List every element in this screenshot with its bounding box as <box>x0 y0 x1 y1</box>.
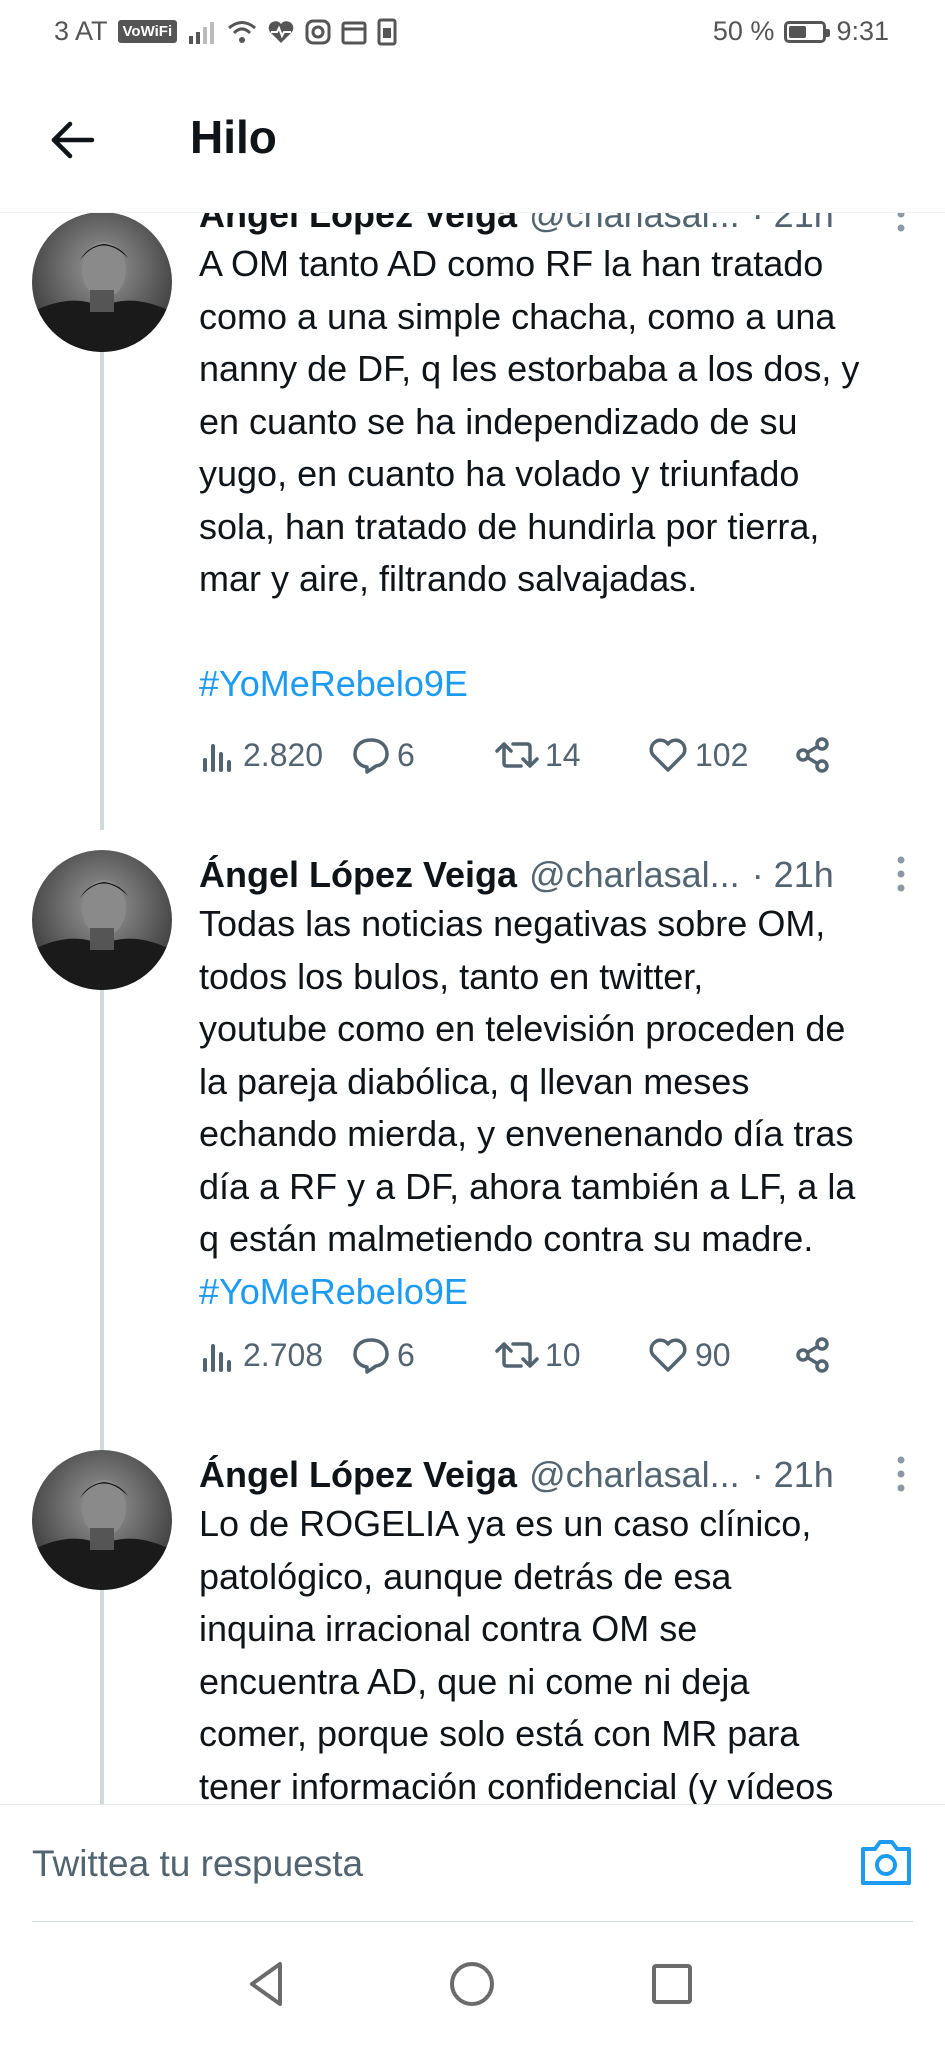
like-count: 102 <box>695 736 749 773</box>
author-name[interactable]: Ángel López Veiga <box>199 854 517 896</box>
share-button[interactable] <box>793 730 833 780</box>
views-button[interactable]: 2.708 <box>199 1330 323 1380</box>
reply-count: 6 <box>397 1336 415 1373</box>
reply-icon <box>353 738 389 774</box>
nav-recents-icon[interactable] <box>642 1954 702 2014</box>
retweet-count: 10 <box>545 1336 581 1373</box>
views-button[interactable]: 2.820 <box>199 730 323 780</box>
reply-button[interactable]: 6 <box>351 730 415 780</box>
nav-back-icon[interactable] <box>240 1954 300 2014</box>
vowifi-badge: VoWiFi <box>117 20 178 43</box>
system-nav-bar <box>0 1922 945 2048</box>
tweet-body: Lo de ROGELIA ya es un caso clínico, pat… <box>199 1503 834 1804</box>
nav-home-icon[interactable] <box>442 1954 502 2014</box>
tweet-text: Lo de ROGELIA ya es un caso clínico, pat… <box>199 1498 919 1804</box>
camera-icon[interactable] <box>857 1835 915 1891</box>
tweet-actions: 2.708 6 10 90 <box>199 1330 899 1380</box>
tweet-text: Todas las noticias negativas sobre OM, t… <box>199 898 919 1318</box>
hashtag-link[interactable]: #YoMeRebelo9E <box>199 1271 468 1312</box>
tweet-time: · 21h <box>751 212 834 235</box>
signal-icon <box>189 21 215 44</box>
sim-icon <box>377 18 397 45</box>
hashtag-link[interactable]: #YoMeRebelo9E <box>199 663 468 704</box>
more-icon[interactable] <box>893 1454 909 1494</box>
status-right: 50 % 9:31 <box>713 16 889 47</box>
status-bar: 3 AT VoWiFi 50 % 9:31 <box>0 0 945 66</box>
tweet-body: Todas las noticias negativas sobre OM, t… <box>199 903 856 1259</box>
heart-rate-icon <box>268 20 294 43</box>
author-handle[interactable]: @charlasal... <box>529 1454 740 1496</box>
like-icon <box>649 1338 687 1372</box>
instagram-icon <box>305 19 331 44</box>
calendar-icon <box>341 21 367 44</box>
retweet-icon <box>495 1342 539 1368</box>
avatar[interactable] <box>32 1450 172 1590</box>
like-icon <box>649 738 687 772</box>
top-app-bar: Hilo <box>0 66 945 213</box>
reply-count: 6 <box>397 736 415 773</box>
tweet-header: Ángel López Veiga @charlasal... · 21h <box>199 850 917 900</box>
author-handle[interactable]: @charlasal... <box>529 212 740 236</box>
clock: 9:31 <box>836 16 889 46</box>
like-count: 90 <box>695 1336 731 1373</box>
tweet[interactable]: Ángel López Veiga @charlasal... · 21h A … <box>0 212 945 830</box>
thread-list[interactable]: Ángel López Veiga @charlasal... · 21h A … <box>0 212 945 1804</box>
tweet-time: · 21h <box>751 854 834 895</box>
share-button[interactable] <box>793 1330 833 1380</box>
reply-composer: Twittea tu respuesta <box>0 1804 945 1923</box>
more-icon[interactable] <box>893 854 909 894</box>
share-icon <box>796 1337 829 1373</box>
views-count: 2.820 <box>243 736 324 773</box>
carrier-label: 3 AT <box>54 16 108 46</box>
tweet[interactable]: Ángel López Veiga @charlasal... · 21h To… <box>0 850 945 1450</box>
status-left: 3 AT VoWiFi <box>54 16 397 47</box>
views-icon <box>203 1344 231 1372</box>
battery-percent: 50 % <box>712 16 775 46</box>
views-count: 2.708 <box>243 1336 324 1373</box>
retweet-icon <box>495 742 539 768</box>
author-name[interactable]: Ángel López Veiga <box>199 1454 517 1496</box>
views-icon <box>203 744 231 772</box>
page-title: Hilo <box>190 111 277 163</box>
retweet-button[interactable]: 10 <box>495 1330 581 1380</box>
avatar[interactable] <box>32 850 172 990</box>
reply-input[interactable]: Twittea tu respuesta <box>32 1843 363 1885</box>
tweet-header: Ángel López Veiga @charlasal... · 21h <box>199 1450 917 1500</box>
tweet[interactable]: Ángel López Veiga @charlasal... · 21h Lo… <box>0 1450 945 1804</box>
reply-button[interactable]: 6 <box>351 1330 415 1380</box>
tweet-time: · 21h <box>751 1454 834 1495</box>
tweet-actions: 2.820 6 14 102 <box>199 730 899 780</box>
thread-connector <box>100 990 104 1450</box>
tweet-text: A OM tanto AD como RF la han tratado com… <box>199 238 919 711</box>
wifi-icon <box>228 20 257 43</box>
tweet-header: Ángel López Veiga @charlasal... · 21h <box>199 212 917 240</box>
thread-connector <box>100 1590 104 1804</box>
tweet-body: A OM tanto AD como RF la han tratado com… <box>199 243 860 599</box>
more-icon[interactable] <box>893 212 909 234</box>
retweet-button[interactable]: 14 <box>495 730 581 780</box>
like-button[interactable]: 102 <box>647 730 748 780</box>
battery-icon <box>784 20 831 43</box>
thread-connector <box>100 352 104 830</box>
back-arrow-icon[interactable] <box>46 114 98 166</box>
avatar[interactable] <box>32 212 172 352</box>
reply-icon <box>353 1338 389 1374</box>
retweet-count: 14 <box>545 736 581 773</box>
author-handle[interactable]: @charlasal... <box>529 854 740 896</box>
share-icon <box>796 737 829 773</box>
author-name[interactable]: Ángel López Veiga <box>199 212 517 236</box>
like-button[interactable]: 90 <box>647 1330 731 1380</box>
